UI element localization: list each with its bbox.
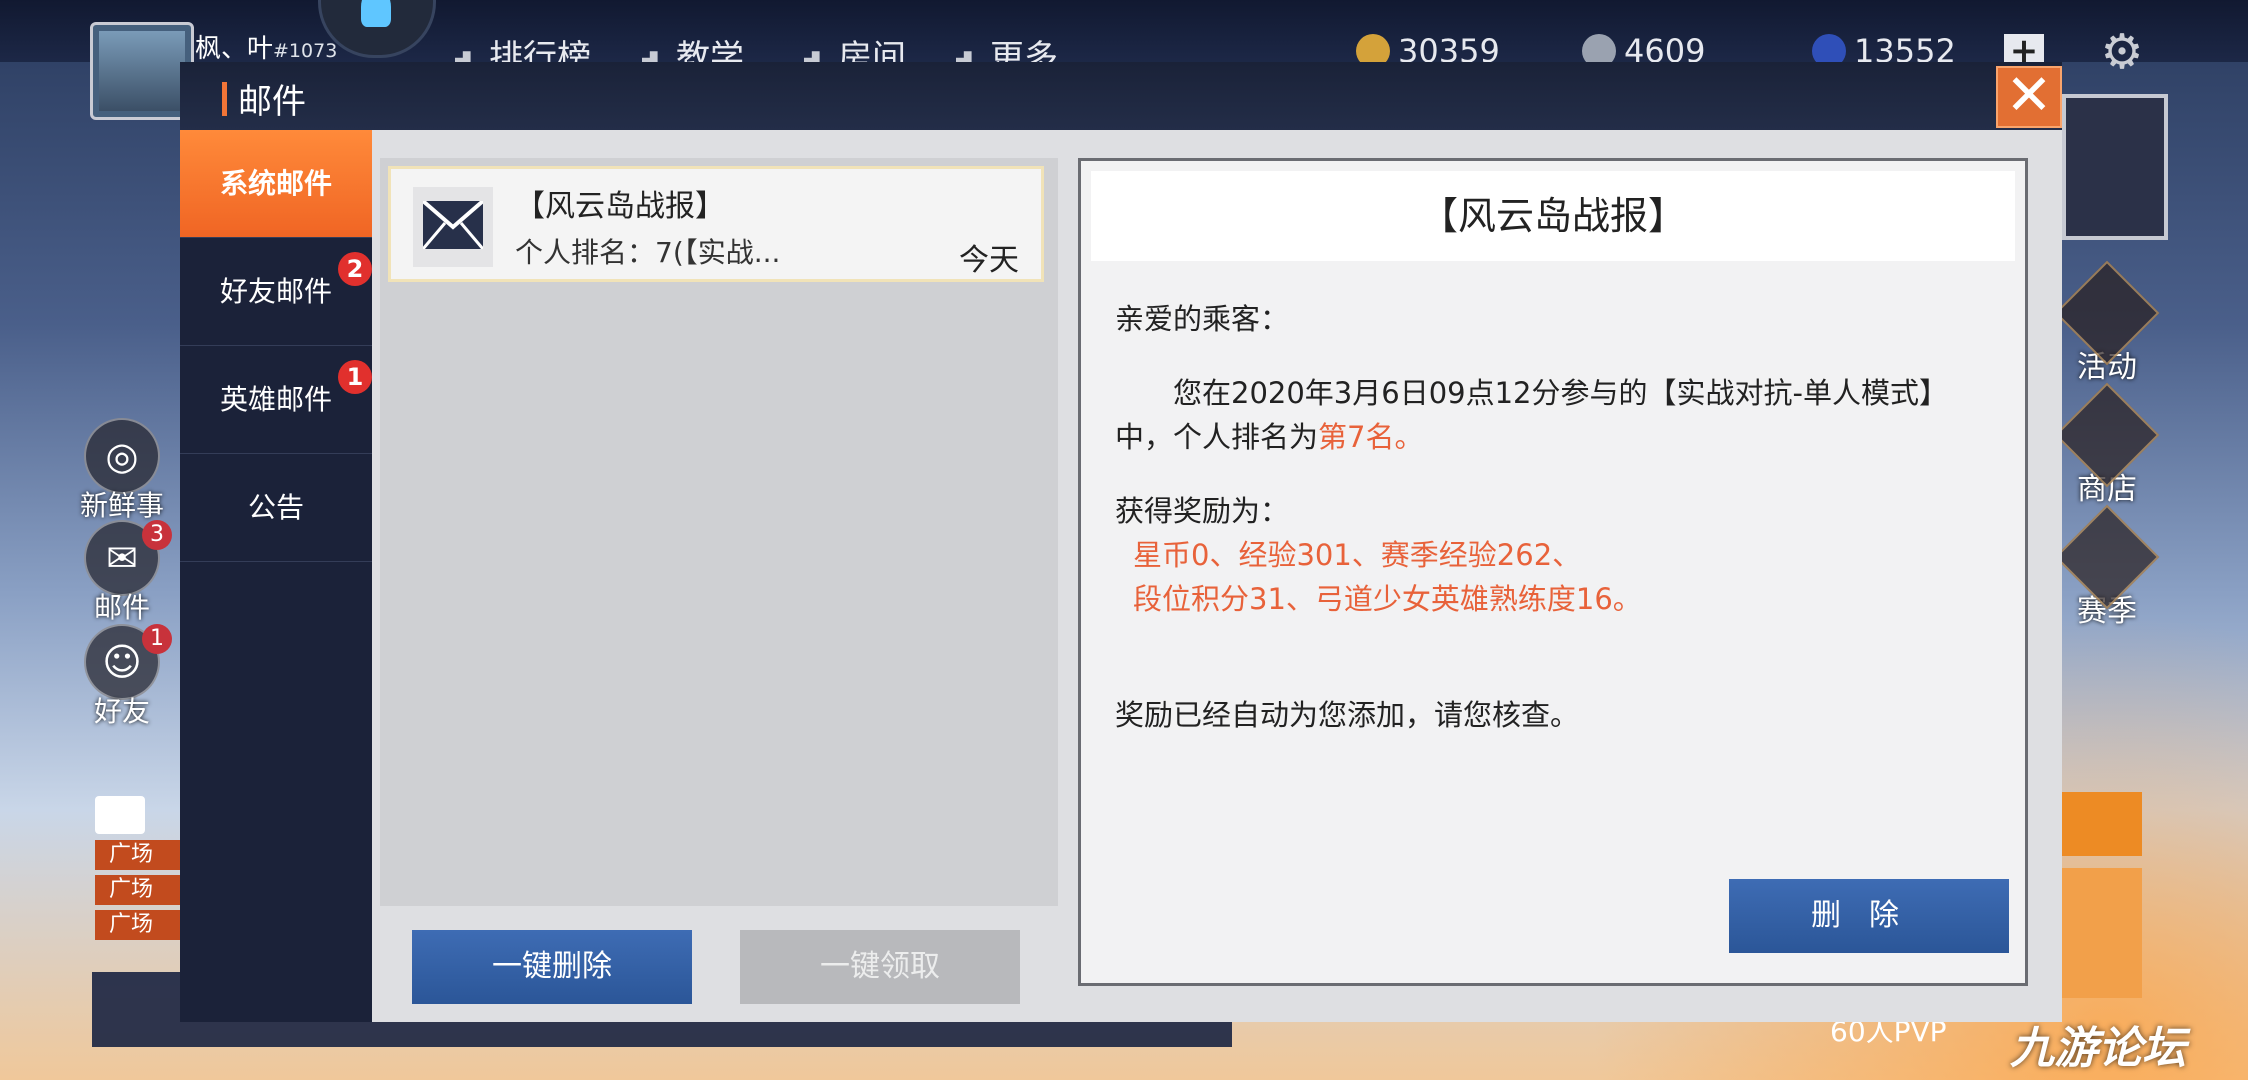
tab-hero-mail[interactable]: 英雄邮件 1 xyxy=(180,346,372,454)
mail-item-preview: 个人排名：7(【实战... xyxy=(515,236,781,269)
dialog-content: 【风云岛战报】 个人排名：7(【实战... 今天 一键删除 一键领取 【风云岛战… xyxy=(372,130,2062,1022)
mail-greeting: 亲爱的乘客： xyxy=(1115,302,1290,336)
season-button[interactable]: 赛季 xyxy=(2054,504,2160,630)
friends-label: 好友 xyxy=(93,695,150,728)
mail-label: 邮件 xyxy=(93,591,150,624)
friends-badge: 1 xyxy=(142,624,172,654)
player-avatar[interactable] xyxy=(90,22,194,120)
delete-button[interactable]: 删除 xyxy=(1729,879,2009,953)
unread-badge: 2 xyxy=(338,252,372,286)
unread-badge: 1 xyxy=(338,360,372,394)
mail-detail-title: 【风云岛战报】 xyxy=(1091,171,2015,261)
tab-system-mail[interactable]: 系统邮件 xyxy=(180,130,372,238)
avatar-image xyxy=(99,31,185,111)
mail-detail-body: 亲爱的乘客： 您在2020年3月6日09点12分参与的【实战对抗-单人模式】中，… xyxy=(1115,297,1995,737)
close-button[interactable]: ✕ xyxy=(1996,66,2062,128)
tab-announcement[interactable]: 公告 xyxy=(180,454,372,562)
list-item[interactable]: 【风云岛战报】 个人排名：7(【实战... 今天 xyxy=(388,166,1044,282)
tab-label: 公告 xyxy=(247,491,304,524)
shop-button[interactable]: 商店 xyxy=(2054,382,2160,508)
mail-dialog: 邮件 ✕ 系统邮件 好友邮件 2 英雄邮件 1 公告 【风云岛战报】 个人排名：… xyxy=(180,62,2062,1022)
side-orange-tab[interactable] xyxy=(2062,792,2142,856)
tab-label: 系统邮件 xyxy=(219,167,332,200)
delete-all-button[interactable]: 一键删除 xyxy=(412,930,692,1004)
player-id: #1073 xyxy=(273,40,338,62)
tab-friend-mail[interactable]: 好友邮件 2 xyxy=(180,238,372,346)
mail-item-title: 【风云岛战报】 xyxy=(515,189,725,224)
mail-tabs: 系统邮件 好友邮件 2 英雄邮件 1 公告 xyxy=(180,130,372,1022)
player-name-text: 枫、叶 xyxy=(195,34,274,64)
right-thumbnail[interactable] xyxy=(2062,94,2168,240)
rocket-icon xyxy=(361,0,391,27)
tab-label: 好友邮件 xyxy=(219,275,332,308)
dialog-title: 邮件 xyxy=(238,82,306,122)
mail-body-text: 您在2020年3月6日09点12分参与的【实战对抗-单人模式】中，个人排名为 xyxy=(1115,376,1948,454)
camera-icon: ◎ xyxy=(84,418,160,494)
envelope-icon xyxy=(413,187,493,267)
gear-icon[interactable]: ⚙ xyxy=(2098,28,2146,76)
friends-button[interactable]: ☺ 1 好友 xyxy=(72,624,172,730)
claim-all-button[interactable]: 一键领取 xyxy=(740,930,1020,1004)
news-button[interactable]: ◎ 新鲜事 xyxy=(72,418,172,524)
dialog-header: 邮件 ✕ xyxy=(180,62,2062,130)
envelope-svg xyxy=(423,201,483,249)
mail-paragraph: 您在2020年3月6日09点12分参与的【实战对抗-单人模式】中，个人排名为第7… xyxy=(1115,371,1995,459)
activity-button[interactable]: 活动 xyxy=(2054,260,2160,386)
reward-line: 段位积分31、弓道少女英雄熟练度16。 xyxy=(1133,582,1642,616)
player-name: 枫、叶#1073 xyxy=(195,28,337,65)
mail-item-date: 今天 xyxy=(959,243,1019,278)
mail-rank-highlight: 第7名。 xyxy=(1318,420,1424,454)
reward-line: 星币0、经验301、赛季经验262、 xyxy=(1133,538,1582,572)
title-accent-bar xyxy=(222,82,227,116)
mail-button[interactable]: ✉ 3 邮件 xyxy=(72,520,172,626)
mail-list: 【风云岛战报】 个人排名：7(【实战... 今天 xyxy=(380,158,1058,906)
mail-badge: 3 xyxy=(142,520,172,550)
chat-icon[interactable] xyxy=(95,796,145,834)
mail-detail-panel: 【风云岛战报】 亲爱的乘客： 您在2020年3月6日09点12分参与的【实战对抗… xyxy=(1078,158,2028,986)
news-label: 新鲜事 xyxy=(79,489,164,522)
side-orange-panel[interactable] xyxy=(2062,868,2142,998)
tab-label: 英雄邮件 xyxy=(219,383,332,416)
mail-footer-note: 奖励已经自动为您添加，请您核查。 xyxy=(1115,698,1580,732)
reward-heading: 获得奖励为： xyxy=(1115,494,1290,528)
